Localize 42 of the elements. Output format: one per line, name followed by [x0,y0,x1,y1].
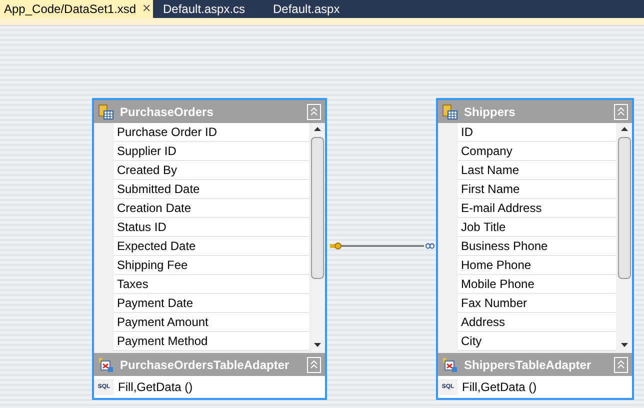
column-row[interactable]: Created By [114,161,309,180]
collapse-button[interactable] [307,356,321,372]
query-method[interactable]: Fill,GetData () [458,378,537,396]
adapter-icon [442,356,458,372]
table-name: Shippers [464,104,516,120]
column-row[interactable]: Submitted Date [114,180,309,199]
editor-tab[interactable]: Default.aspx [263,0,373,18]
double-chevron-icon [310,360,318,370]
collapse-button[interactable] [307,104,321,120]
column-row[interactable]: Payment Amount [114,313,309,332]
double-chevron-icon [617,360,625,370]
table-icon [98,104,114,120]
scroll-thumb[interactable] [618,137,630,279]
collapse-button[interactable] [614,104,628,120]
adapter-name: PurchaseOrdersTableAdapter [120,356,290,374]
column-row[interactable]: Status ID [114,218,309,237]
editor-tab[interactable]: App_Code/DataSet1.xsd ✕ [0,0,153,18]
column-row[interactable]: Payment Method [114,332,309,351]
collapse-button[interactable] [614,356,628,372]
scroll-down-icon[interactable] [620,343,628,347]
adapter-name: ShippersTableAdapter [464,356,592,374]
column-row[interactable]: Taxes [114,275,309,294]
scroll-up-icon[interactable] [314,127,320,131]
table-panel[interactable] [92,98,327,400]
adapter-icon [98,356,114,372]
scroll-up-icon[interactable] [620,127,628,131]
query-method[interactable]: Fill,GetData () [114,378,193,396]
scroll-thumb[interactable] [310,137,324,279]
double-chevron-icon [617,106,625,116]
close-icon[interactable]: ✕ [142,0,152,18]
relation-connector[interactable] [330,242,434,250]
column-row[interactable]: Supplier ID [114,142,309,161]
scroll-down-icon[interactable] [314,343,320,347]
column-row[interactable]: Expected Date [114,237,309,256]
column-row[interactable]: Creation Date [114,199,309,218]
table-icon [442,104,458,120]
column-row[interactable]: Shipping Fee [114,256,309,275]
column-row[interactable]: Payment Date [114,294,309,313]
column-row[interactable]: Purchase Order ID [114,123,309,142]
editor-tab[interactable]: Default.aspx.cs [153,0,263,18]
table-name: PurchaseOrders [120,104,214,120]
double-chevron-icon [310,106,318,116]
